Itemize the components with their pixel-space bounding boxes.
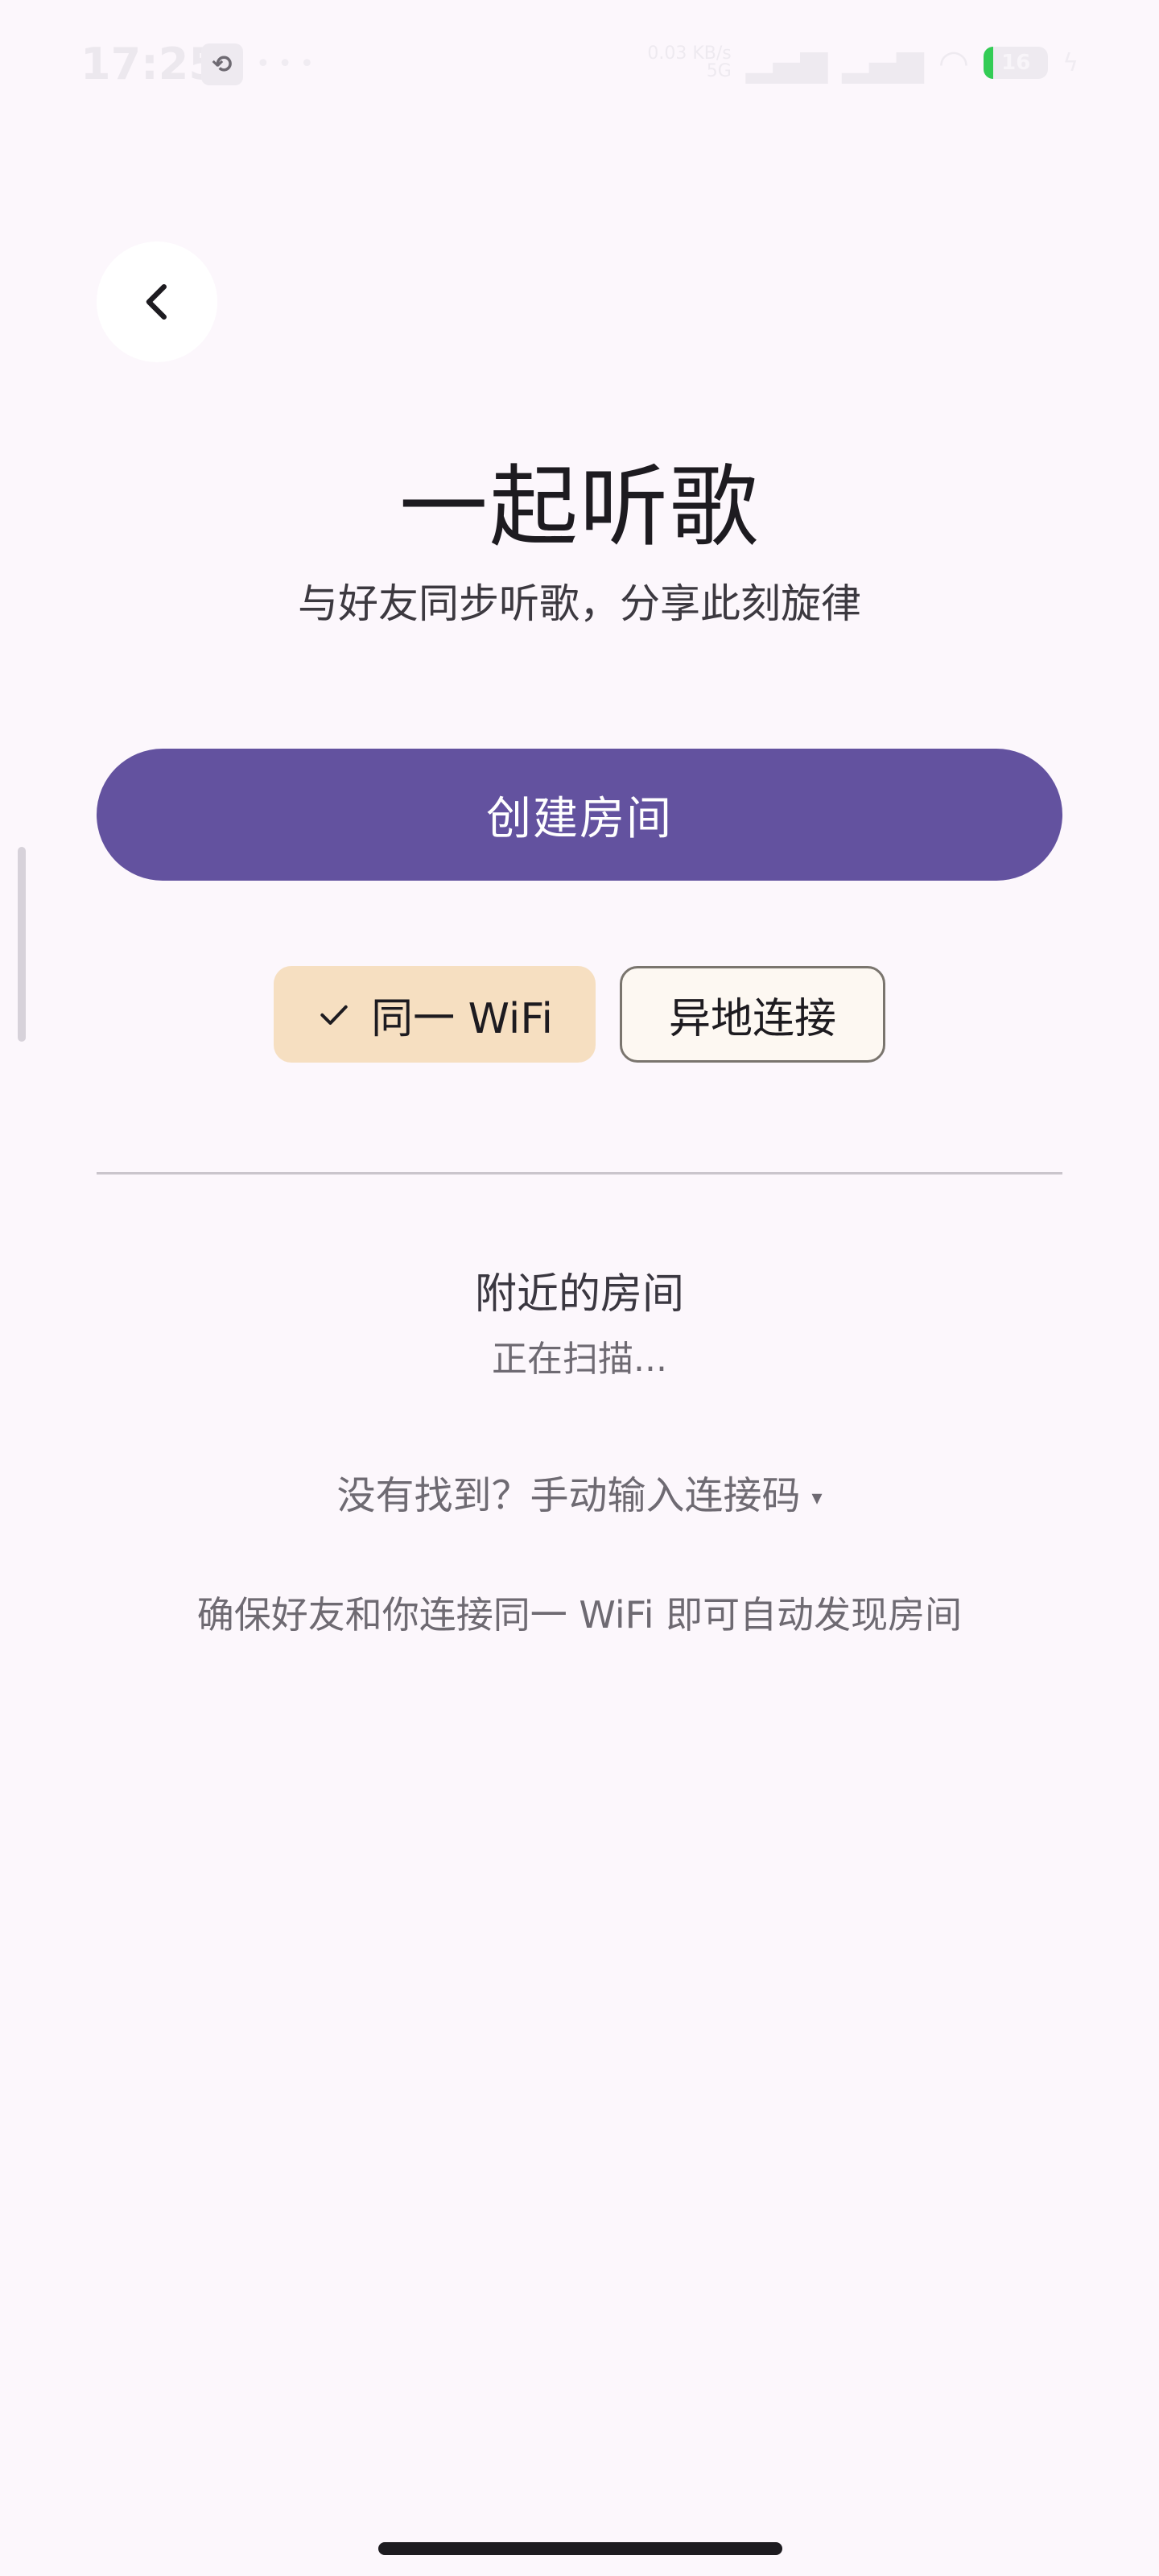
check-icon (320, 1005, 348, 1026)
signal-icon: ▂▄▆ (842, 42, 924, 84)
status-time: 17:25 (80, 39, 219, 89)
chip-label: 异地连接 (668, 994, 836, 1043)
battery-fill (984, 47, 994, 79)
chip-remote-connect[interactable]: 异地连接 (620, 966, 885, 1063)
back-button[interactable] (97, 242, 217, 362)
signal-icon: ▂▄▆ (745, 42, 828, 84)
nearby-rooms-title: 附近的房间 (474, 1270, 684, 1319)
scanning-status: 正在扫描... (492, 1339, 667, 1380)
divider (97, 1172, 1062, 1174)
create-room-button[interactable]: 创建房间 (97, 749, 1062, 881)
battery-level: 16 (1001, 51, 1031, 75)
status-indicators: 0.03 KB/s 5G ▂▄▆ ▂▄▆ ◠ 16 ϟ (647, 39, 1079, 87)
manual-code-toggle[interactable]: 没有找到？手动输入连接码 ▾ (0, 1463, 1159, 1520)
page-subtitle: 与好友同步听歌，分享此刻旋律 (298, 580, 861, 627)
page-title: 一起听歌 (399, 456, 760, 559)
manual-code-label: 没有找到？手动输入连接码 (336, 1473, 801, 1518)
status-bar: 17:25 ⟲ • • • 0.03 KB/s 5G ▂▄▆ ▂▄▆ ◠ 16 … (0, 0, 1159, 121)
battery-icon: 16 (984, 47, 1049, 79)
network-speed-value: 0.03 KB/s (647, 43, 732, 64)
network-type: 5G (706, 61, 732, 81)
wifi-hint: 确保好友和你连接同一 WiFi 即可自动发现房间 (196, 1593, 963, 1637)
scrollbar[interactable] (18, 847, 26, 1042)
chip-same-wifi[interactable]: 同一 WiFi (274, 966, 596, 1063)
home-indicator[interactable] (378, 2542, 782, 2555)
network-speed: 0.03 KB/s 5G (647, 45, 731, 80)
chip-label: 同一 WiFi (371, 994, 553, 1043)
status-dots: • • • (256, 50, 315, 78)
charging-icon: ϟ (1062, 48, 1079, 77)
app-notification-icon: ⟲ (201, 43, 243, 85)
caret-down-icon: ▾ (811, 1486, 823, 1510)
chevron-left-icon (146, 284, 167, 320)
wifi-icon: ◠ (938, 42, 970, 84)
